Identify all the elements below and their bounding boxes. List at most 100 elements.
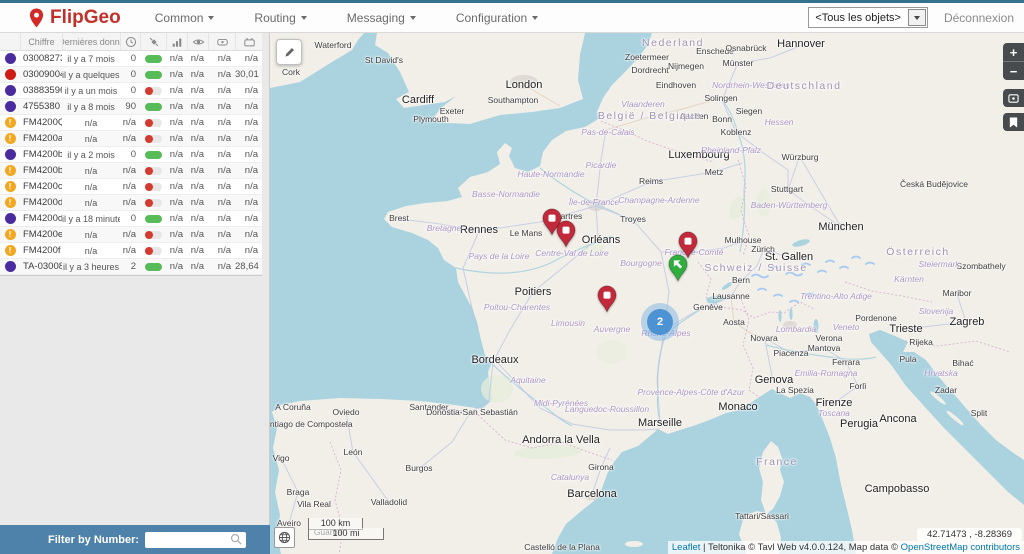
status-cell <box>0 213 20 224</box>
clock-value: n/a <box>120 181 140 192</box>
vehicle-pin-moving[interactable] <box>668 254 689 287</box>
object-filter-select[interactable]: <Tous les objets> <box>808 7 928 28</box>
status-cell <box>0 149 20 160</box>
status-cell <box>0 85 20 96</box>
power-value: n/a <box>208 53 235 64</box>
table-row[interactable]: FM4200bil y a 2 mois0n/an/an/an/a <box>0 147 262 163</box>
satellite-icon[interactable] <box>140 33 166 50</box>
osm-link[interactable]: OpenStreetMap contributors <box>901 542 1020 553</box>
table-row[interactable]: FM4200ddil y a 18 minutes0n/an/an/an/a <box>0 211 262 227</box>
gps-pill <box>145 135 162 143</box>
eye-value: n/a <box>187 165 208 176</box>
power-value: n/a <box>208 197 235 208</box>
table-row[interactable]: !FM4200Q1n/an/an/an/an/an/a <box>0 115 262 131</box>
globe-icon <box>278 531 291 544</box>
device-name: TA-030082... <box>20 261 62 272</box>
gps-pill <box>145 103 162 111</box>
battery-value: n/a <box>235 197 262 208</box>
marker-cluster[interactable]: 2 <box>641 303 679 341</box>
last-data: il y a 7 mois <box>62 54 120 64</box>
warning-icon: ! <box>5 165 16 176</box>
power-icon[interactable] <box>208 33 235 50</box>
status-cell: ! <box>0 165 20 176</box>
power-value: n/a <box>208 85 235 96</box>
map-canvas[interactable]: LondonCardiffRennesPoitiersBordeauxOrléa… <box>270 33 1024 554</box>
power-value: n/a <box>208 245 235 256</box>
table-row[interactable]: !FM4200en/an/an/an/an/an/a <box>0 227 262 243</box>
power-value: n/a <box>208 133 235 144</box>
device-table: Chiffre Dernières donné 03008273il y a 7… <box>0 33 262 276</box>
status-cell: ! <box>0 245 20 256</box>
battery-value: n/a <box>235 149 262 160</box>
draw-tool-button[interactable] <box>276 39 302 65</box>
eye-value: n/a <box>187 213 208 224</box>
app-logo[interactable]: FlipGeo <box>28 7 121 29</box>
bookmark-button[interactable] <box>1003 113 1024 131</box>
last-data: n/a <box>62 166 120 176</box>
signal-value: n/a <box>166 133 187 144</box>
signal-icon[interactable] <box>166 33 187 50</box>
last-data: n/a <box>62 230 120 240</box>
vehicle-pin-stopped[interactable] <box>556 220 577 253</box>
battery-value: n/a <box>235 245 262 256</box>
status-cell: ! <box>0 197 20 208</box>
zoom-in-button[interactable]: + <box>1003 43 1024 61</box>
last-data: il y a quelques... <box>62 70 120 80</box>
table-row[interactable]: !FM4200dn/an/an/an/an/an/a <box>0 195 262 211</box>
warning-icon: ! <box>5 181 16 192</box>
status-cell <box>0 53 20 64</box>
gps-pill <box>145 199 162 207</box>
table-row[interactable]: !FM4200an/an/an/an/an/an/a <box>0 131 262 147</box>
clock-icon[interactable] <box>120 33 140 50</box>
table-row[interactable]: !FM4200bbn/an/an/an/an/an/a <box>0 163 262 179</box>
clock-value: 90 <box>120 101 140 112</box>
status-dot <box>5 53 16 64</box>
menu-routing[interactable]: Routing <box>254 11 306 25</box>
eye-icon[interactable] <box>187 33 208 50</box>
eye-value: n/a <box>187 85 208 96</box>
device-name: 4755380 <box>20 101 62 112</box>
device-name: FM4200dd <box>20 213 62 224</box>
status-cell: ! <box>0 117 20 128</box>
menu-configuration[interactable]: Configuration <box>456 11 538 25</box>
table-row[interactable]: 03008273il y a 7 mois0n/an/an/an/a <box>0 51 262 67</box>
select-dropdown-button[interactable] <box>908 9 926 26</box>
signal-value: n/a <box>166 53 187 64</box>
table-row[interactable]: 4755380il y a 8 mois90n/an/an/an/a <box>0 99 262 115</box>
power-value: n/a <box>208 149 235 160</box>
status-cell: ! <box>0 229 20 240</box>
gps-cell <box>140 183 166 191</box>
table-row[interactable]: TA-030082...il y a 3 heures2n/an/an/a28,… <box>0 259 262 275</box>
status-dot <box>5 213 16 224</box>
gps-cell <box>140 135 166 143</box>
vehicle-pin-stopped[interactable] <box>597 285 618 318</box>
status-dot <box>5 261 16 272</box>
leaflet-link[interactable]: Leaflet <box>672 542 701 553</box>
globe-button[interactable] <box>274 527 295 548</box>
power-value: n/a <box>208 117 235 128</box>
battery-value: n/a <box>235 213 262 224</box>
chevron-down-icon <box>410 16 416 20</box>
table-row[interactable]: !FM4200cn/an/an/an/an/an/a <box>0 179 262 195</box>
power-value: n/a <box>208 181 235 192</box>
layers-button[interactable] <box>1003 89 1024 107</box>
warning-icon: ! <box>5 245 16 256</box>
clock-value: 2 <box>120 261 140 272</box>
battery-icon[interactable] <box>235 33 262 50</box>
last-data: il y a 18 minutes <box>62 214 120 224</box>
signal-value: n/a <box>166 165 187 176</box>
table-row[interactable]: 03883596il y a un mois0n/an/an/an/a <box>0 83 262 99</box>
table-row[interactable]: 03009004il y a quelques...0n/an/an/a30,0… <box>0 67 262 83</box>
menu-messaging[interactable]: Messaging <box>347 11 416 25</box>
column-dernieres-donnees[interactable]: Dernières donné <box>62 33 120 50</box>
chevron-down-icon <box>914 16 920 20</box>
warning-icon: ! <box>5 197 16 208</box>
chevron-down-icon <box>208 16 214 20</box>
menu-common[interactable]: Common <box>155 11 215 25</box>
table-row[interactable]: !FM4200fn/an/an/an/an/an/a <box>0 243 262 259</box>
gps-pill <box>145 183 162 191</box>
logout-button[interactable]: Déconnexion <box>944 11 1014 25</box>
gps-cell <box>140 199 166 207</box>
column-chiffre[interactable]: Chiffre <box>20 33 62 50</box>
zoom-out-button[interactable]: − <box>1003 61 1024 80</box>
